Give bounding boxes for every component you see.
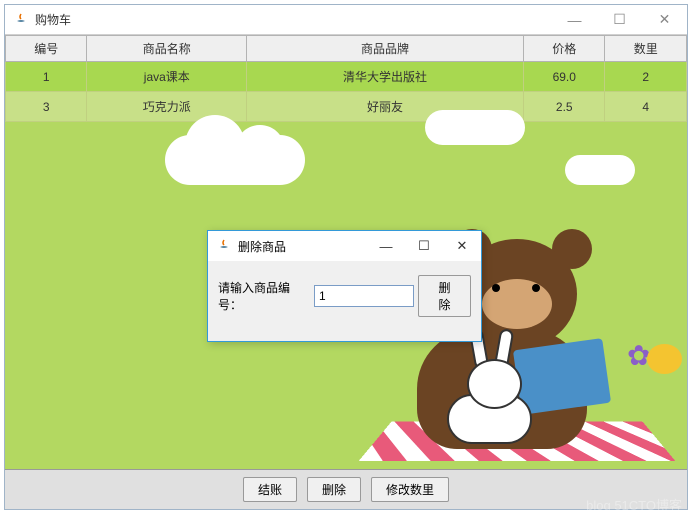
cell-qty: 4 [605, 92, 687, 122]
modify-qty-button[interactable]: 修改数里 [371, 477, 449, 502]
cell-price: 69.0 [524, 62, 605, 92]
dialog-title: 删除商品 [238, 238, 286, 255]
cell-id: 1 [6, 62, 87, 92]
dialog-titlebar[interactable]: 删除商品 — ☐ ✕ [208, 231, 481, 261]
table-row[interactable]: 3 巧克力派 好丽友 2.5 4 [6, 92, 687, 122]
col-brand: 商品品牌 [247, 36, 524, 62]
col-id: 编号 [6, 36, 87, 62]
cell-name: 巧克力派 [87, 92, 247, 122]
button-bar: 结账 删除 修改数里 [5, 469, 687, 509]
cell-id: 3 [6, 92, 87, 122]
minimize-button[interactable]: — [552, 5, 597, 34]
java-icon [216, 238, 232, 254]
cell-name: java课本 [87, 62, 247, 92]
table-row[interactable]: 1 java课本 清华大学出版社 69.0 2 [6, 62, 687, 92]
delete-dialog: 删除商品 — ☐ ✕ 请输入商品编号： 删除 [207, 230, 482, 342]
cell-brand: 好丽友 [247, 92, 524, 122]
window-controls: — ☐ ✕ [552, 5, 687, 34]
checkout-button[interactable]: 结账 [243, 477, 297, 502]
dialog-body: 请输入商品编号： 删除 [208, 261, 481, 341]
product-id-input[interactable] [314, 285, 414, 307]
dialog-controls: — ☐ ✕ [367, 231, 481, 261]
col-qty: 数里 [605, 36, 687, 62]
delete-button[interactable]: 删除 [307, 477, 361, 502]
java-icon [13, 12, 29, 28]
cart-table: 编号 商品名称 商品品牌 价格 数里 1 java课本 清华大学出版社 69.0… [5, 35, 687, 122]
dialog-close-button[interactable]: ✕ [443, 231, 481, 261]
main-window: 购物车 — ☐ ✕ [4, 4, 688, 510]
dialog-minimize-button[interactable]: — [367, 231, 405, 261]
col-price: 价格 [524, 36, 605, 62]
table-header-row: 编号 商品名称 商品品牌 价格 数里 [6, 36, 687, 62]
close-button[interactable]: ✕ [642, 5, 687, 34]
dialog-maximize-button[interactable]: ☐ [405, 231, 443, 261]
dialog-prompt: 请输入商品编号： [218, 279, 310, 313]
maximize-button[interactable]: ☐ [597, 5, 642, 34]
col-name: 商品名称 [87, 36, 247, 62]
content-area: 编号 商品名称 商品品牌 价格 数里 1 java课本 清华大学出版社 69.0… [5, 35, 687, 469]
main-window-title: 购物车 [35, 11, 71, 28]
dialog-delete-button[interactable]: 删除 [418, 275, 471, 317]
cell-brand: 清华大学出版社 [247, 62, 524, 92]
cell-price: 2.5 [524, 92, 605, 122]
cell-qty: 2 [605, 62, 687, 92]
main-titlebar[interactable]: 购物车 — ☐ ✕ [5, 5, 687, 35]
